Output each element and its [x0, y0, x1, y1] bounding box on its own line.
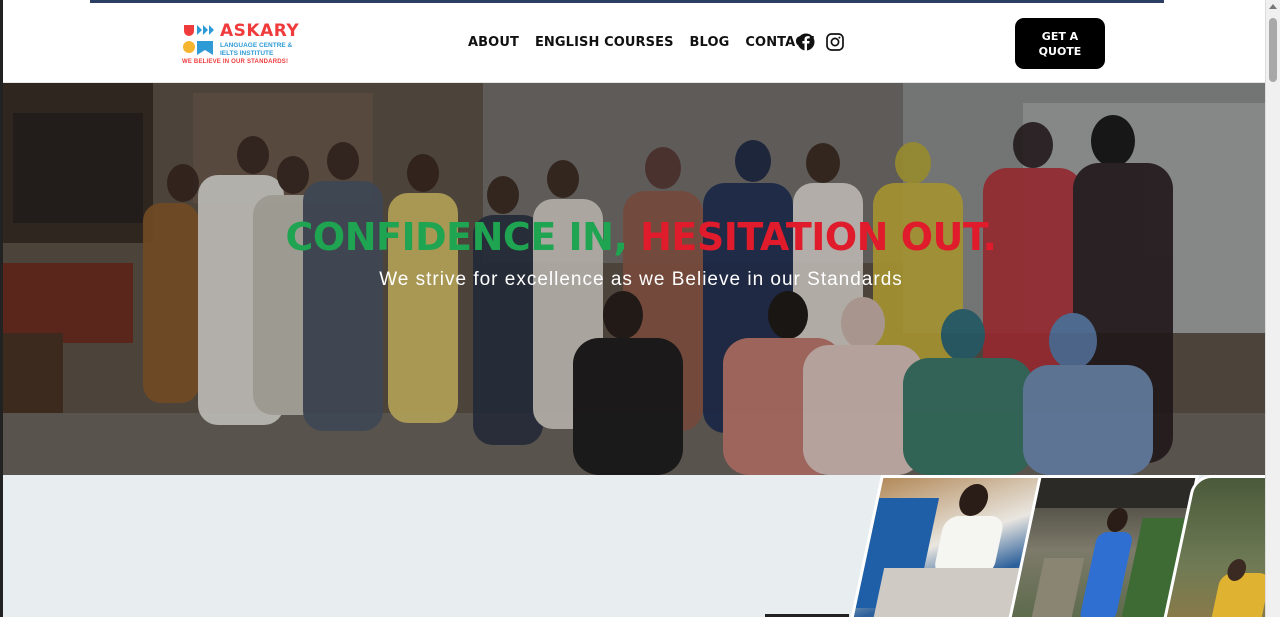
- hero-headline-red: HESITATION OUT.: [640, 215, 997, 259]
- instagram-icon[interactable]: [826, 33, 844, 51]
- page-scrollbar[interactable]: [1265, 0, 1280, 617]
- nav-blog[interactable]: BLOG: [690, 35, 730, 50]
- site-header: ASKARY LANGUAGE CENTRE & IELTS INSTITUTE…: [3, 3, 1265, 83]
- nav-about[interactable]: ABOUT: [468, 35, 519, 50]
- brand-logo[interactable]: ASKARY LANGUAGE CENTRE & IELTS INSTITUTE…: [182, 21, 299, 69]
- social-links: [797, 33, 844, 51]
- browser-viewport: ASKARY LANGUAGE CENTRE & IELTS INSTITUTE…: [0, 0, 1280, 617]
- brand-name: ASKARY: [220, 21, 300, 41]
- logo-mark-icon: [183, 25, 214, 55]
- nav-english-courses[interactable]: ENGLISH COURSES: [535, 35, 674, 50]
- hero-subheadline: We strive for excellence as we Believe i…: [379, 269, 903, 290]
- window-left-edge: [0, 0, 3, 617]
- facebook-icon[interactable]: [797, 33, 815, 51]
- hero-headline-green: CONFIDENCE IN,: [285, 215, 628, 259]
- hero-banner: CONFIDENCE IN, HESITATION OUT. We strive…: [3, 83, 1265, 475]
- scroll-up-arrow-icon[interactable]: [1269, 4, 1277, 9]
- get-a-quote-button[interactable]: GET A QUOTE: [1015, 18, 1105, 69]
- gallery-section: [3, 475, 1265, 617]
- brand-subtitle: LANGUAGE CENTRE & IELTS INSTITUTE: [220, 42, 293, 57]
- main-nav: ABOUT ENGLISH COURSES BLOG CONTACT: [468, 35, 814, 50]
- scrollbar-thumb[interactable]: [1269, 18, 1277, 82]
- brand-tagline: WE BELIEVE IN OUR STANDARDS!: [182, 59, 289, 65]
- hero-headline: CONFIDENCE IN, HESITATION OUT.: [3, 215, 1265, 259]
